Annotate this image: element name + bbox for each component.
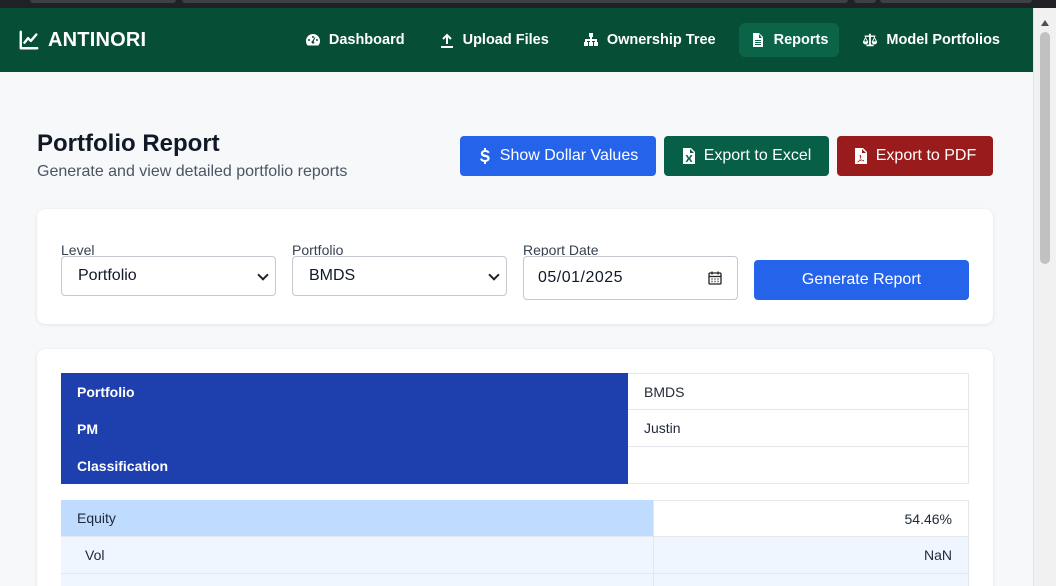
info-value: Justin	[628, 410, 969, 447]
allocation-value	[654, 574, 969, 586]
info-key: PM	[61, 410, 628, 447]
allocation-name: Equity	[61, 500, 654, 536]
info-row: PM Justin	[61, 410, 969, 447]
level-select-value: Portfolio	[78, 267, 137, 284]
nav-ownership-tree-label: Ownership Tree	[606, 32, 716, 48]
chevron-down-icon	[488, 269, 500, 281]
info-value	[628, 447, 969, 484]
allocation-name	[61, 574, 654, 586]
upload-icon	[440, 33, 453, 48]
scroll-thumb[interactable]	[1040, 32, 1050, 264]
top-navbar: ANTINORI Dashboard Upload Files Ownershi…	[0, 8, 1033, 72]
info-key: Classification	[61, 447, 628, 484]
nav-model-portfolios[interactable]: Model Portfolios	[851, 23, 1011, 57]
nav-reports[interactable]: Reports	[738, 23, 840, 57]
level-select[interactable]: Portfolio	[61, 256, 276, 296]
nav-dashboard[interactable]: Dashboard	[294, 23, 416, 57]
nav-ownership-tree[interactable]: Ownership Tree	[572, 23, 727, 57]
allocation-table: Equity 54.46% Vol NaN	[61, 500, 969, 586]
info-row: Portfolio BMDS	[61, 373, 969, 410]
table-row: Vol NaN	[61, 537, 969, 574]
file-excel-icon	[682, 148, 695, 164]
chevron-down-icon	[257, 269, 269, 281]
browser-button-edge	[854, 0, 876, 3]
nav-reports-label: Reports	[773, 32, 829, 48]
info-row: Classification	[61, 447, 969, 484]
table-row	[61, 574, 969, 586]
browser-tab-edge	[30, 0, 176, 3]
export-pdf-button[interactable]: Export to PDF	[837, 136, 993, 176]
scroll-up-arrow-icon[interactable]	[1041, 20, 1049, 26]
allocation-value: 54.46%	[654, 500, 969, 536]
chart-line-icon	[19, 30, 39, 50]
gauge-icon	[305, 34, 320, 46]
report-card: Portfolio BMDS PM Justin Classification …	[37, 349, 993, 586]
dollar-icon	[479, 148, 490, 164]
report-date-input[interactable]: 05/01/2025	[523, 256, 738, 300]
browser-address-edge	[182, 0, 848, 3]
calendar-icon[interactable]	[708, 271, 722, 285]
sitemap-icon	[583, 33, 598, 46]
browser-toolbar-edge	[880, 0, 1032, 3]
info-key: Portfolio	[61, 373, 628, 410]
nav-menu: Dashboard Upload Files Ownership Tree Re…	[294, 8, 1011, 72]
report-date-value: 05/01/2025	[538, 269, 624, 286]
file-icon	[752, 33, 763, 47]
nav-upload-files-label: Upload Files	[462, 32, 549, 48]
nav-upload-files[interactable]: Upload Files	[428, 23, 560, 57]
portfolio-info-table: Portfolio BMDS PM Justin Classification	[61, 373, 969, 484]
portfolio-select[interactable]: BMDS	[292, 256, 507, 296]
show-dollar-values-button[interactable]: Show Dollar Values	[460, 136, 656, 176]
scale-icon	[863, 33, 878, 47]
info-value: BMDS	[628, 373, 969, 410]
export-excel-label: Export to Excel	[703, 147, 812, 164]
brand[interactable]: ANTINORI	[18, 8, 146, 72]
filter-card: Level Portfolio Portfolio BMDS Report Da…	[37, 209, 993, 324]
page-title: Portfolio Report	[37, 130, 220, 157]
page-scrollbar[interactable]	[1033, 8, 1056, 586]
portfolio-select-value: BMDS	[309, 267, 356, 284]
export-excel-button[interactable]: Export to Excel	[664, 136, 829, 176]
allocation-name: Vol	[61, 537, 654, 573]
table-row: Equity 54.46%	[61, 500, 969, 537]
show-dollar-values-label: Show Dollar Values	[499, 147, 639, 164]
page-subtitle: Generate and view detailed portfolio rep…	[37, 163, 348, 180]
nav-model-portfolios-label: Model Portfolios	[886, 32, 1000, 48]
browser-chrome	[0, 0, 1056, 8]
nav-dashboard-label: Dashboard	[328, 32, 405, 48]
file-pdf-icon	[854, 148, 867, 164]
brand-name: ANTINORI	[48, 28, 147, 51]
generate-report-button[interactable]: Generate Report	[754, 260, 969, 300]
allocation-value: NaN	[654, 537, 969, 573]
export-pdf-label: Export to PDF	[875, 147, 977, 164]
